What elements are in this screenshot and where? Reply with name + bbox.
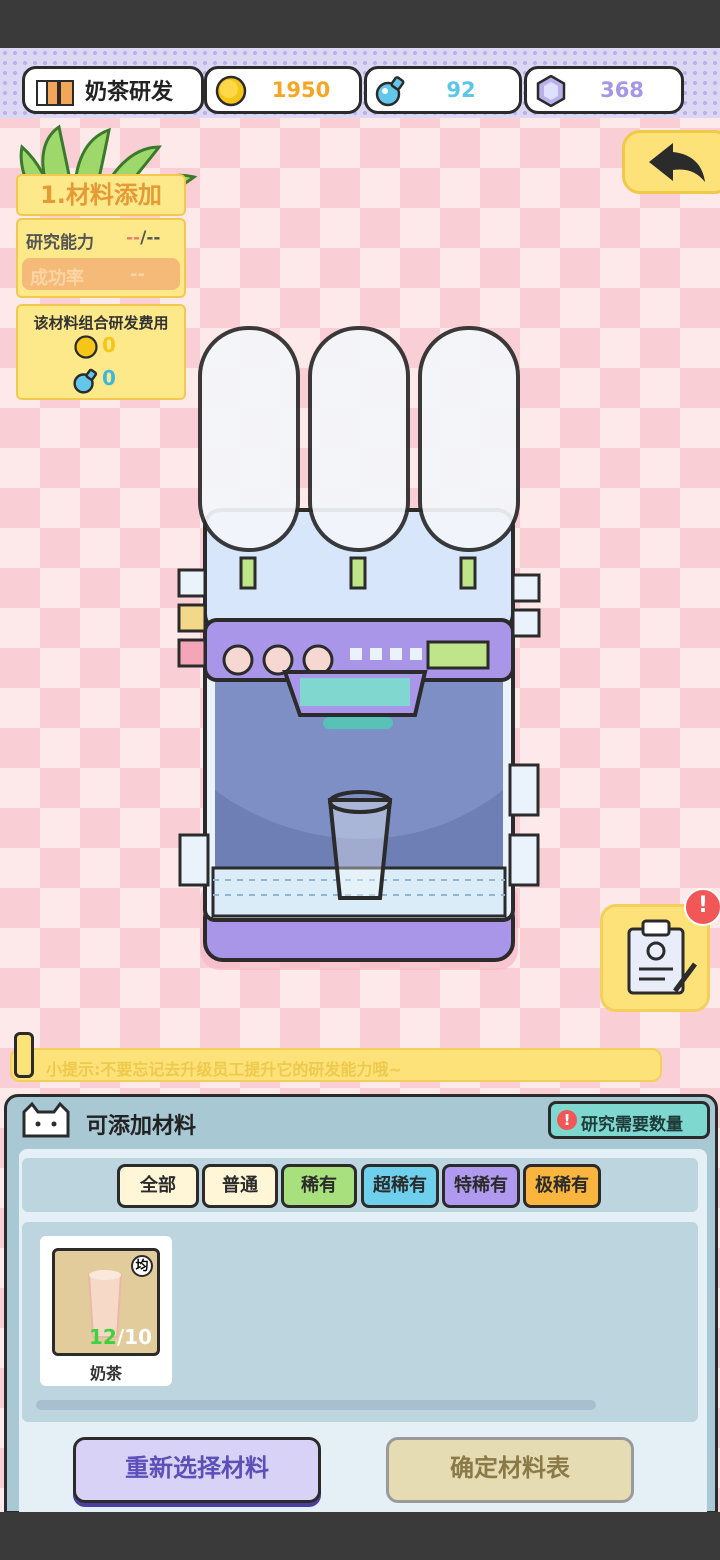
material-count: 12/10 xyxy=(89,1325,152,1349)
page-title: 奶茶研发 xyxy=(85,80,174,105)
success-value: -- xyxy=(130,264,145,285)
research-quantity-button[interactable]: ! 研究需要数量 xyxy=(548,1101,710,1139)
alert-icon: ! xyxy=(557,1110,577,1130)
system-nav-bar xyxy=(0,1512,720,1560)
potion-count: 92 xyxy=(446,78,476,102)
reselect-materials-button[interactable]: 重新选择材料 xyxy=(73,1437,321,1503)
exclamation-icon xyxy=(14,1032,34,1078)
confirm-materials-button[interactable]: 确定材料表 xyxy=(386,1437,634,1503)
material-need: /10 xyxy=(116,1325,152,1349)
ability-current: -- xyxy=(126,228,141,248)
coin-icon xyxy=(74,335,98,359)
material-badge: 均 xyxy=(131,1255,153,1277)
coin-count: 1950 xyxy=(271,78,331,102)
research-quantity-label: 研究需要数量 xyxy=(581,1115,683,1135)
material-card-milk-tea[interactable]: 均 12/10 奶茶 xyxy=(40,1236,172,1386)
cost-coins: 0 xyxy=(102,333,116,357)
tab-ultra-rare[interactable]: 极稀有 xyxy=(523,1164,601,1208)
tab-super-rare[interactable]: 超稀有 xyxy=(361,1164,439,1208)
ability-max: /-- xyxy=(140,228,161,248)
back-button[interactable] xyxy=(622,130,720,194)
milk-tea-machine xyxy=(177,326,541,970)
ability-label: 研究能力 xyxy=(26,233,94,253)
potion-counter[interactable]: 92 xyxy=(364,66,522,114)
scrollbar[interactable] xyxy=(36,1400,596,1410)
coin-icon xyxy=(215,75,247,107)
material-name: 奶茶 xyxy=(89,1364,122,1383)
tab-special-rare[interactable]: 特稀有 xyxy=(442,1164,520,1208)
coin-counter[interactable]: 1950 xyxy=(204,66,362,114)
tab-all[interactable]: 全部 xyxy=(117,1164,199,1208)
materials-panel-title: 可添加材料 xyxy=(86,1114,197,1139)
alert-badge-icon: ! xyxy=(684,888,720,926)
potion-flask-icon xyxy=(375,76,405,107)
potion-flask-icon xyxy=(73,368,98,394)
success-label: 成功率 xyxy=(30,268,84,289)
material-have: 12 xyxy=(89,1325,117,1349)
back-arrow-icon xyxy=(649,143,705,182)
step-title: 1.材料添加 xyxy=(16,174,186,216)
gem-counter[interactable]: 368 xyxy=(524,66,684,114)
status-bar xyxy=(0,0,720,48)
milk-tea-box-icon xyxy=(36,80,74,106)
cost-title: 该材料组合研发费用 xyxy=(33,314,169,332)
ability-value: --/-- xyxy=(126,228,160,248)
tip-text: 小提示:不要忘记去升级员工提升它的研发能力哦~ xyxy=(46,1060,402,1079)
cost-potions: 0 xyxy=(102,366,116,390)
cat-icon xyxy=(22,1101,70,1138)
hexagon-gem-icon xyxy=(536,75,566,107)
gem-count: 368 xyxy=(600,78,644,102)
material-thumbnail: 均 12/10 xyxy=(52,1248,160,1356)
clipboard-icon xyxy=(627,919,698,995)
tab-rare[interactable]: 稀有 xyxy=(281,1164,357,1208)
tab-common[interactable]: 普通 xyxy=(202,1164,278,1208)
page-title-pill: 奶茶研发 xyxy=(22,66,204,114)
